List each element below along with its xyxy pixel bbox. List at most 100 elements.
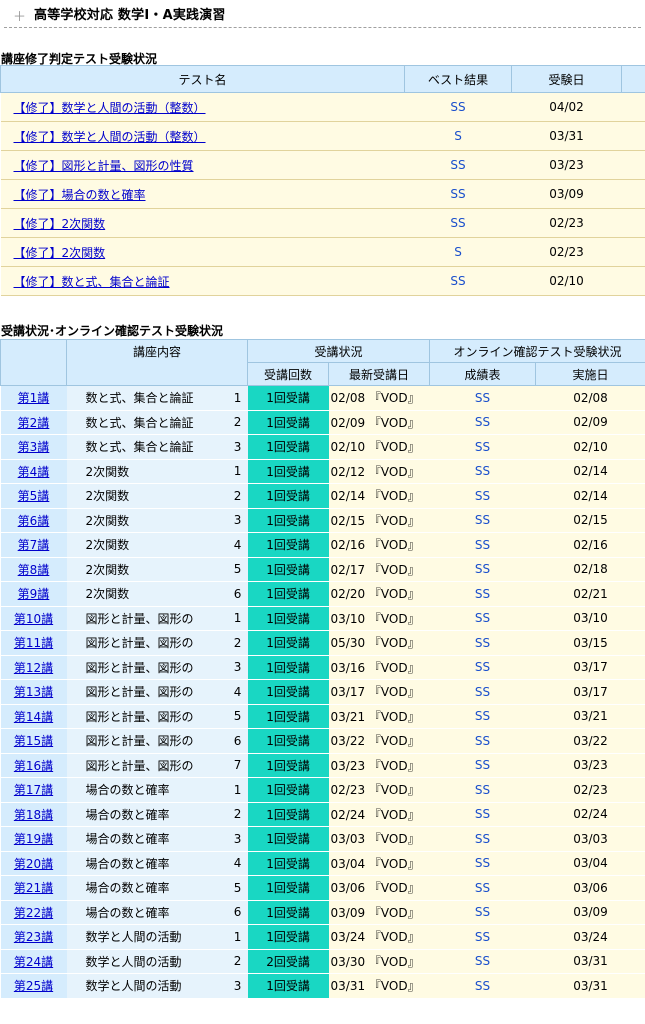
grade-link-cell[interactable]: SS [429,483,536,509]
grade-link-cell[interactable]: SS [429,532,536,558]
lecture-cell: 第17講 [0,777,67,803]
attendance-count: 2回受講 [247,949,329,974]
latest-attendance: 02/12 『VOD』 [328,459,430,484]
grade-link-cell[interactable]: SS [429,777,536,803]
lecture-link[interactable]: 第5講 [18,489,50,503]
lecture-cell: 第7講 [0,532,67,558]
lecture-number: 3 [227,826,248,852]
lecture-link[interactable]: 第20講 [14,857,53,871]
lecture-link[interactable]: 第23講 [14,930,53,944]
latest-attendance: 02/08 『VOD』 [328,385,430,411]
grade-link-cell[interactable]: SS [429,753,536,778]
grade-link-cell[interactable]: SS [429,875,536,901]
lecture-content: 2次関数 [66,532,228,558]
lecture-table: 講座内容 受講状況 オンライン確認テスト受験状況 受講回数 最新受講日 成績表 … [0,339,645,999]
exam-name-link[interactable]: 【修了】図形と計量、図形の性質 [14,159,194,173]
lecture-number: 2 [227,410,248,435]
grade-link-cell[interactable]: SS [429,434,536,460]
lecture-number: 5 [227,875,248,901]
col-exam-date: 受験日 [511,65,622,93]
lecture-link[interactable]: 第13講 [14,685,53,699]
lecture-row: 第2講 数と式、集合と論証 2 1回受講 02/09 『VOD』 SS 02/09 [0,410,645,435]
grade-link-cell[interactable]: SS [429,900,536,925]
latest-attendance: 02/23 『VOD』 [328,777,430,803]
test-date: 03/31 [535,973,645,999]
latest-attendance: 02/20 『VOD』 [328,581,430,607]
grade-link-cell[interactable]: SS [429,630,536,656]
latest-attendance: 03/30 『VOD』 [328,949,430,974]
exam-name-link[interactable]: 【修了】数学と人間の活動（整数） [14,130,206,144]
exam-spacer [621,208,645,238]
grade-link-cell[interactable]: SS [429,924,536,950]
lecture-link[interactable]: 第10講 [14,612,53,626]
lecture-link[interactable]: 第8講 [18,563,50,577]
col-test-name: テスト名 [0,65,405,93]
attendance-count: 1回受講 [247,508,329,533]
lecture-content: 2次関数 [66,557,228,582]
exam-result: SS [404,266,512,296]
lecture-link[interactable]: 第1講 [18,391,50,405]
lecture-link[interactable]: 第17講 [14,783,53,797]
latest-attendance: 03/16 『VOD』 [328,655,430,680]
grade-link-cell[interactable]: SS [429,655,536,680]
lecture-link[interactable]: 第16講 [14,759,53,773]
grade-link-cell[interactable]: SS [429,973,536,999]
lecture-cell: 第9講 [0,581,67,607]
lecture-row: 第12講 図形と計量、図形の 3 1回受講 03/16 『VOD』 SS 03/17 [0,655,645,680]
grade-link-cell[interactable]: SS [429,802,536,827]
grade-link-cell[interactable]: SS [429,385,536,411]
lecture-link[interactable]: 第19講 [14,832,53,846]
grade-link-cell[interactable]: SS [429,459,536,484]
lecture-link[interactable]: 第21講 [14,881,53,895]
grade-link-cell[interactable]: SS [429,606,536,631]
lecture-link[interactable]: 第2講 [18,416,50,430]
grade-link-cell[interactable]: SS [429,851,536,876]
exam-name-link[interactable]: 【修了】2次関数 [14,246,106,260]
col-content: 講座内容 [65,339,249,386]
lecture-link[interactable]: 第14講 [14,710,53,724]
exam-table: テスト名 ベスト結果 受験日 【修了】数学と人間の活動（整数） SS 04/02 【修… [0,65,645,296]
lecture-link[interactable]: 第22講 [14,906,53,920]
grade-link-cell[interactable]: SS [429,557,536,582]
latest-attendance: 03/17 『VOD』 [328,679,430,705]
lecture-link[interactable]: 第18講 [14,808,53,822]
lecture-content: 図形と計量、図形の [66,630,228,656]
lecture-cell: 第11講 [0,630,67,656]
lecture-link[interactable]: 第3講 [18,440,50,454]
exam-name-link[interactable]: 【修了】数と式、集合と論証 [14,275,170,289]
grade-link-cell[interactable]: SS [429,704,536,729]
plus-icon: ＋ [13,10,27,25]
lecture-link[interactable]: 第12講 [14,661,53,675]
grade-link-cell[interactable]: SS [429,949,536,974]
lecture-link[interactable]: 第25講 [14,979,53,993]
lecture-row: 第11講 図形と計量、図形の 2 1回受講 05/30 『VOD』 SS 03/15 [0,630,645,656]
lecture-link[interactable]: 第7講 [18,538,50,552]
test-date: 02/10 [535,434,645,460]
grade-link-cell[interactable]: SS [429,581,536,607]
lecture-link[interactable]: 第15講 [14,734,53,748]
lecture-link[interactable]: 第24講 [14,955,53,969]
lecture-content: 場合の数と確率 [66,826,228,852]
attendance-count: 1回受講 [247,385,329,411]
lecture-link[interactable]: 第9講 [18,587,50,601]
grade-link-cell[interactable]: SS [429,826,536,852]
grade-link-cell[interactable]: SS [429,679,536,705]
attendance-count: 1回受講 [247,802,329,827]
lecture-link[interactable]: 第11講 [14,636,53,650]
lecture-cell: 第10講 [0,606,67,631]
grade-link-cell[interactable]: SS [429,410,536,435]
lecture-number: 6 [227,728,248,754]
attendance-count: 1回受講 [247,606,329,631]
lecture-link[interactable]: 第6講 [18,514,50,528]
exam-name-link[interactable]: 【修了】場合の数と確率 [14,188,146,202]
lecture-link[interactable]: 第4講 [18,465,50,479]
test-date: 02/08 [535,385,645,411]
exam-name-link[interactable]: 【修了】2次関数 [14,217,106,231]
grade-link-cell[interactable]: SS [429,508,536,533]
col-date: 実施日 [535,362,645,386]
lecture-content: 図形と計量、図形の [66,753,228,778]
lecture-row: 第3講 数と式、集合と論証 3 1回受講 02/10 『VOD』 SS 02/10 [0,434,645,460]
exam-table-body: 【修了】数学と人間の活動（整数） SS 04/02 【修了】数学と人間の活動（整数） S… [0,92,645,296]
grade-link-cell[interactable]: SS [429,728,536,754]
exam-name-link[interactable]: 【修了】数学と人間の活動（整数） [14,101,206,115]
